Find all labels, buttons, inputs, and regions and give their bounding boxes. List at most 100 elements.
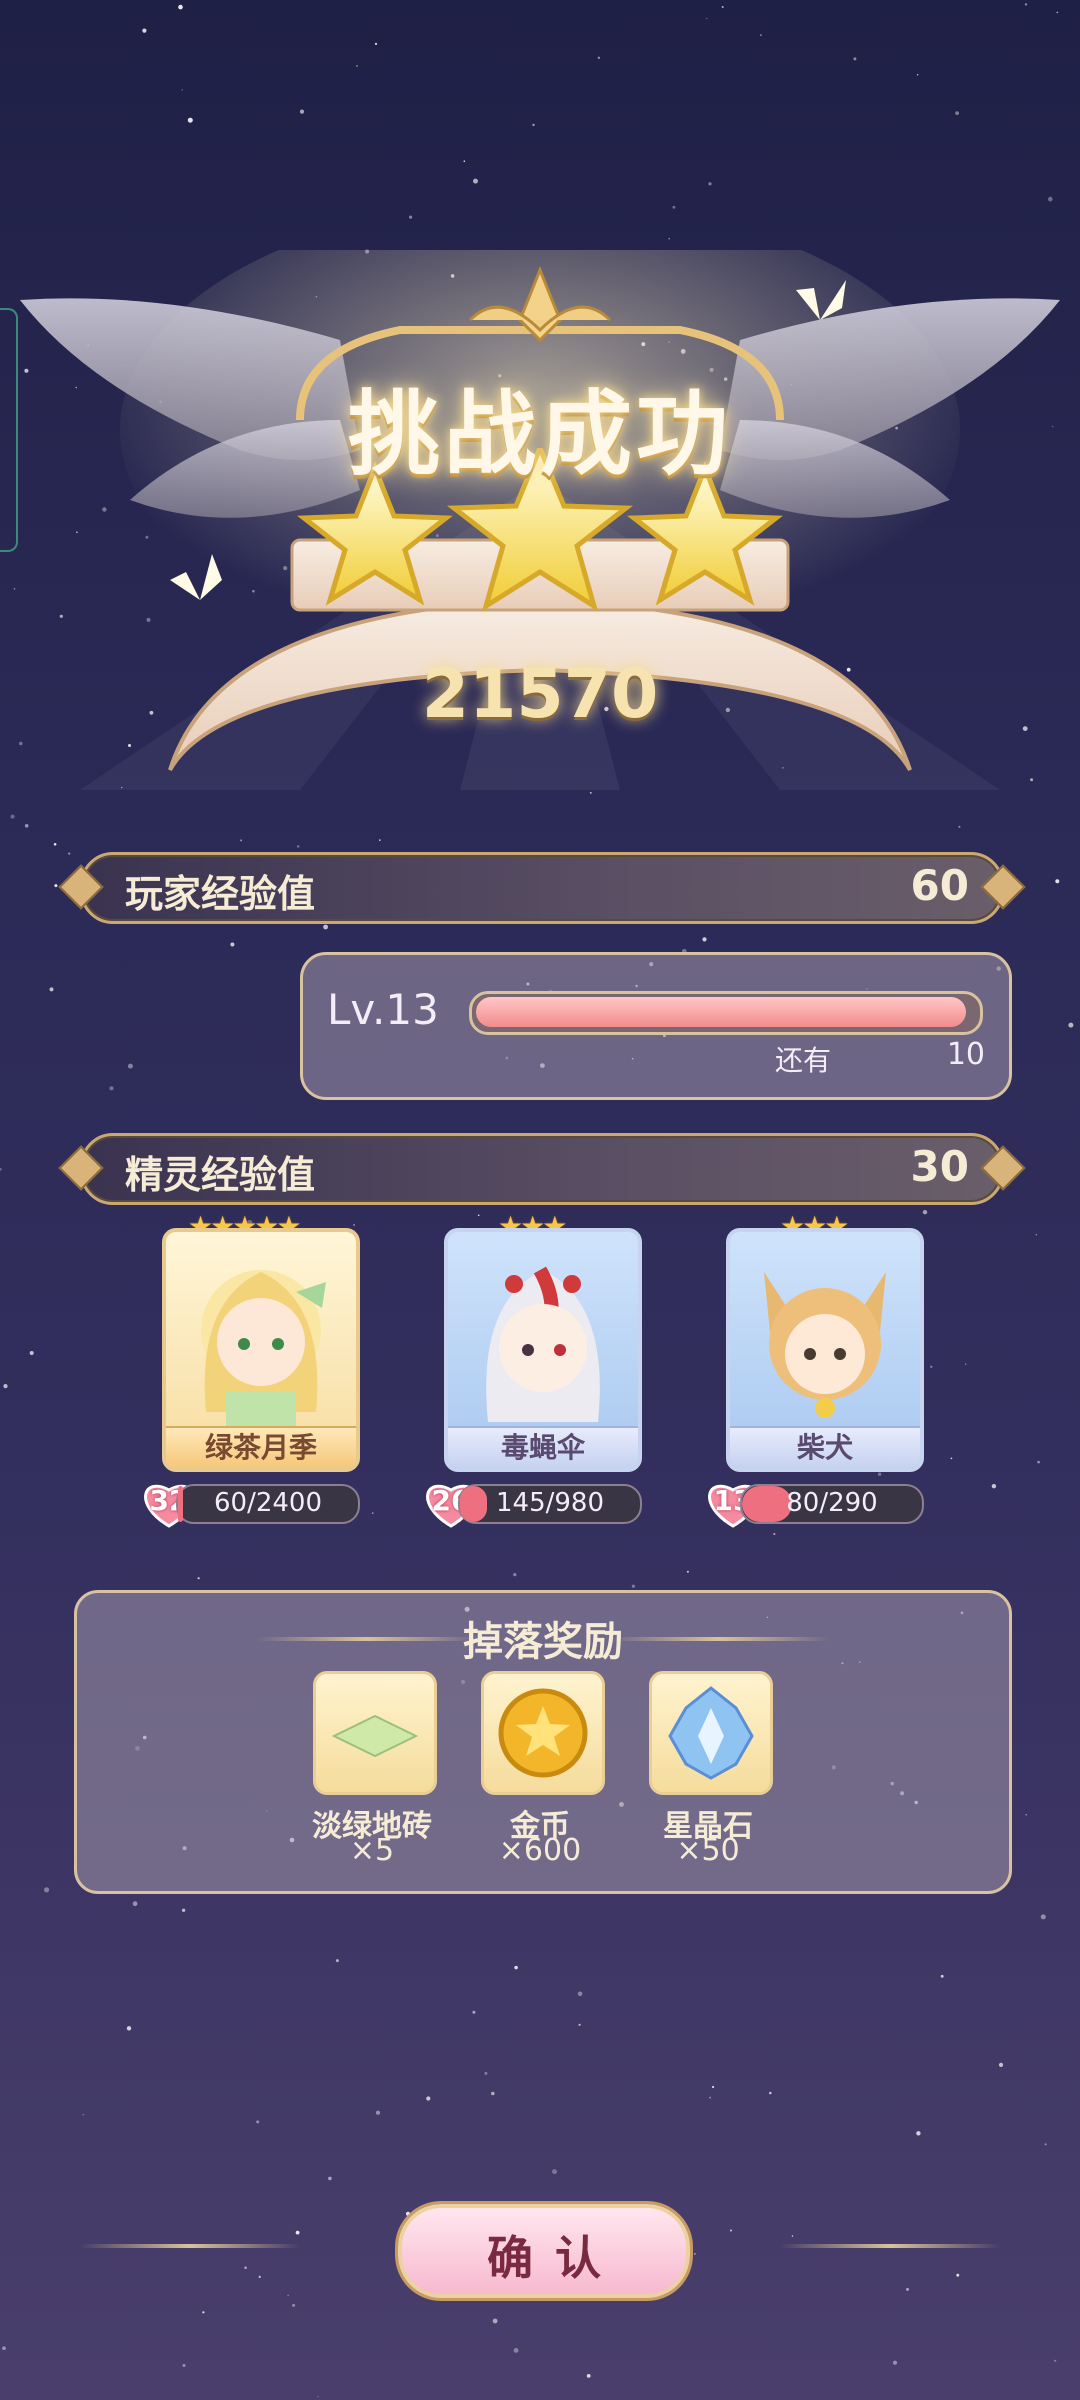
star-crystal-icon[interactable] xyxy=(649,1671,773,1795)
background-star xyxy=(68,852,71,855)
spirit-exp-bar: 精灵经验值 30 xyxy=(58,1133,1026,1205)
background-star xyxy=(1037,1460,1040,1464)
background-star xyxy=(299,109,305,114)
background-star xyxy=(49,987,54,992)
background-star xyxy=(258,2275,261,2278)
background-star xyxy=(109,1086,114,1091)
background-star xyxy=(244,2266,247,2269)
background-star xyxy=(668,237,670,240)
divider xyxy=(80,2244,300,2248)
spirit-exp-text: 60/2400 xyxy=(213,1488,322,1518)
background-star xyxy=(709,2096,712,2099)
spirit-name: 绿茶月季 xyxy=(166,1426,356,1468)
background-star xyxy=(578,2023,581,2026)
background-star xyxy=(328,2176,332,2181)
background-star xyxy=(44,1887,50,1893)
background-star xyxy=(991,1484,997,1489)
background-star xyxy=(1055,879,1060,884)
level-panel: Lv.13 还有 10 xyxy=(300,952,1012,1100)
background-star xyxy=(1048,196,1053,202)
background-star xyxy=(187,117,193,123)
background-star xyxy=(317,2396,319,2398)
background-star xyxy=(1056,11,1059,14)
background-star xyxy=(353,1224,355,1226)
background-star xyxy=(955,111,959,115)
background-star xyxy=(132,1901,138,1907)
player-exp-bar: 玩家经验值 60 xyxy=(58,852,1026,924)
player-exp-value: 60 xyxy=(910,861,969,910)
background-star xyxy=(426,2096,431,2101)
background-star xyxy=(0,1167,2,1171)
background-star xyxy=(182,2364,186,2367)
background-star xyxy=(127,1063,133,1069)
spirit-card-3[interactable]: 柴犬 xyxy=(726,1228,924,1472)
background-star xyxy=(230,942,235,947)
spirit-portrait-icon xyxy=(201,1270,326,1428)
level-progress-track xyxy=(469,991,983,1035)
background-star xyxy=(1044,2143,1047,2146)
remain-value: 10 xyxy=(946,1037,985,1072)
spirit-exp-pill: 145/980 xyxy=(458,1484,642,1524)
remain-label: 还有 xyxy=(775,1044,832,1077)
background-star xyxy=(956,2273,960,2277)
background-star xyxy=(1054,2359,1057,2362)
spirit-card-1[interactable]: 绿茶月季 xyxy=(162,1228,360,1472)
background-star xyxy=(472,2010,476,2014)
spirit-card-2[interactable]: 毒蝇伞 xyxy=(444,1228,642,1472)
background-star xyxy=(760,34,762,36)
gold-coin-icon[interactable] xyxy=(481,1671,605,1795)
background-star xyxy=(473,178,478,184)
spirit-name: 毒蝇伞 xyxy=(448,1426,638,1468)
background-star xyxy=(202,2311,205,2314)
background-star xyxy=(892,2360,898,2365)
background-star xyxy=(773,1532,776,1536)
spirit-exp-label: 精灵经验值 xyxy=(125,1153,316,1197)
green-tile-icon[interactable] xyxy=(313,1671,437,1795)
background-star xyxy=(958,825,961,828)
background-star xyxy=(240,839,243,842)
confirm-button[interactable]: 确认 xyxy=(398,2204,690,2298)
background-star xyxy=(916,74,919,76)
background-star xyxy=(29,1351,34,1355)
background-star xyxy=(53,843,57,846)
item-qty: ×5 xyxy=(349,1833,395,1868)
background-star xyxy=(552,2169,557,2175)
background-star xyxy=(256,2120,260,2124)
background-star xyxy=(877,1472,882,1476)
spirit-exp-value: 30 xyxy=(910,1142,969,1191)
item-qty: ×50 xyxy=(676,1833,740,1868)
background-star xyxy=(532,123,535,127)
background-star xyxy=(686,1570,689,1573)
background-star xyxy=(409,215,413,219)
background-star xyxy=(922,1210,928,1215)
background-star xyxy=(178,4,183,10)
background-star xyxy=(54,884,58,888)
background-star xyxy=(371,1512,374,1514)
background-star xyxy=(492,2318,498,2324)
background-star xyxy=(2,2346,6,2350)
background-star xyxy=(712,2085,715,2089)
background-star xyxy=(477,1214,480,1217)
background-star xyxy=(672,205,676,209)
background-star xyxy=(356,65,358,67)
spirit-exp-text: 80/290 xyxy=(786,1488,878,1518)
background-star xyxy=(514,1965,518,1970)
background-star xyxy=(24,824,29,828)
result-title: 挑战成功 xyxy=(347,381,732,488)
background-star xyxy=(484,2071,488,2075)
background-star xyxy=(950,1457,953,1460)
item-qty: ×600 xyxy=(498,1833,582,1868)
background-star xyxy=(916,2131,921,2136)
background-star xyxy=(405,2211,411,2216)
spirit-exp-pill: 80/290 xyxy=(740,1484,924,1524)
background-star xyxy=(1024,3,1028,6)
background-star xyxy=(3,1384,8,1389)
background-star xyxy=(295,2230,300,2235)
background-star xyxy=(940,1974,944,1978)
background-star xyxy=(1025,1813,1027,1816)
background-star xyxy=(721,6,724,8)
background-star xyxy=(491,2091,495,2096)
spirit-exp-pill: 60/2400 xyxy=(176,1484,360,1524)
background-star xyxy=(379,839,381,841)
background-star xyxy=(181,89,183,91)
